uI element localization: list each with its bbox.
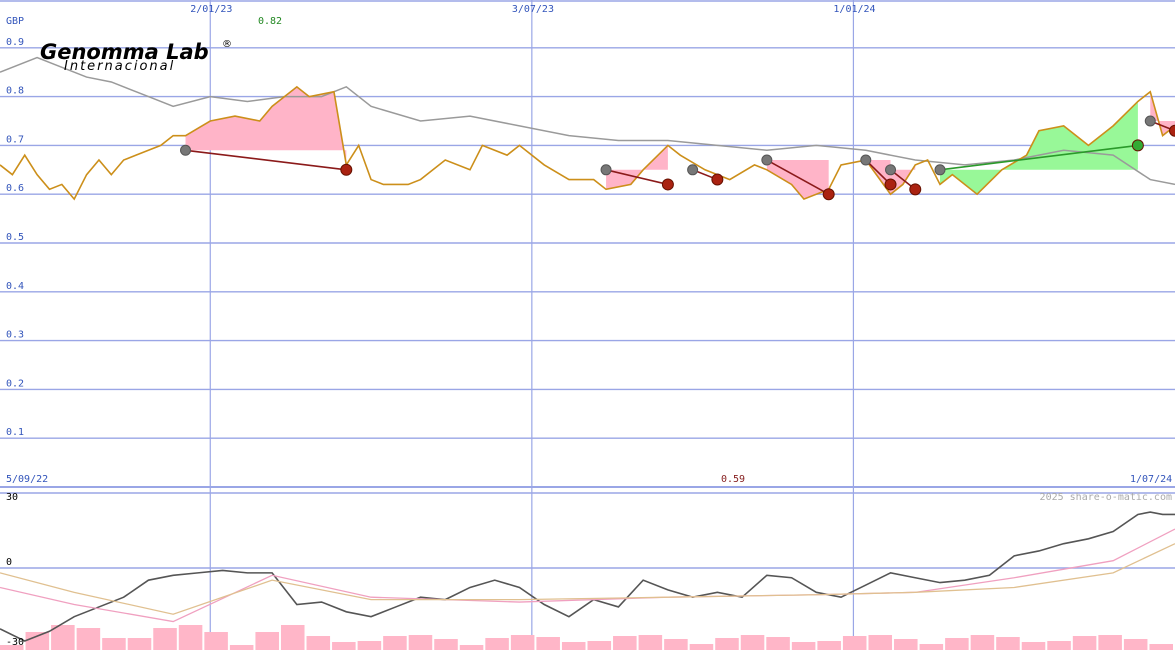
osc-bar bbox=[638, 635, 663, 650]
osc-bar bbox=[153, 628, 177, 650]
osc-bar bbox=[587, 641, 612, 650]
osc-bar bbox=[204, 632, 228, 650]
entry-marker bbox=[885, 164, 897, 176]
osc-bar bbox=[664, 639, 688, 650]
osc-bar bbox=[306, 636, 331, 650]
entry-marker bbox=[180, 144, 192, 156]
currency-label: GBP bbox=[6, 16, 24, 27]
osc-bar bbox=[1123, 639, 1148, 650]
osc-bar bbox=[945, 638, 969, 650]
signal-fill-area bbox=[940, 101, 1138, 195]
osc-tick-label: 0 bbox=[6, 557, 12, 568]
osc-bar bbox=[1047, 641, 1071, 650]
series-lines bbox=[0, 56, 1175, 201]
osc-bar bbox=[229, 645, 254, 650]
osc-bar bbox=[332, 642, 356, 650]
osc-bar bbox=[1098, 635, 1122, 650]
osc-bar bbox=[1072, 636, 1097, 650]
osc-bar bbox=[766, 637, 790, 650]
exit-marker bbox=[822, 188, 835, 201]
osc-bar bbox=[434, 639, 458, 650]
osc-bar bbox=[408, 635, 433, 650]
osc-bar bbox=[919, 644, 944, 650]
osc-bar bbox=[791, 642, 816, 650]
osc-bar bbox=[1149, 644, 1173, 650]
osc-bar bbox=[689, 644, 714, 650]
osc-bar bbox=[76, 628, 101, 650]
osc-bar bbox=[102, 638, 126, 650]
start-date-label: 5/09/22 bbox=[6, 474, 48, 485]
y-tick-label: 0.7 bbox=[6, 134, 24, 145]
entry-marker bbox=[1144, 115, 1156, 127]
osc-bar bbox=[127, 638, 152, 650]
osc-bar bbox=[868, 635, 893, 650]
exit-marker bbox=[340, 163, 353, 176]
osc-bar bbox=[459, 645, 484, 650]
y-tick-label: 0.4 bbox=[6, 281, 24, 292]
osc-bar bbox=[842, 636, 867, 650]
y-tick-label: 0.6 bbox=[6, 183, 24, 194]
osc-bar bbox=[996, 637, 1020, 650]
y-tick-label: 0.8 bbox=[6, 86, 24, 97]
osc-bar bbox=[178, 625, 203, 650]
osc-line bbox=[0, 511, 1175, 642]
osc-bar bbox=[740, 635, 765, 650]
osc-bar bbox=[25, 632, 50, 650]
osc-bar bbox=[485, 638, 509, 650]
end-date-label: 1/07/24 bbox=[1130, 474, 1172, 485]
y-tick-label: 0.9 bbox=[6, 37, 24, 48]
x-tick-label: 1/01/24 bbox=[833, 4, 875, 15]
max-value-label: 0.82 bbox=[258, 16, 282, 27]
osc-bar bbox=[1021, 642, 1046, 650]
osc-tick-label: -30 bbox=[6, 637, 24, 648]
price-line bbox=[0, 85, 1175, 201]
y-tick-label: 0.2 bbox=[6, 378, 24, 389]
osc-bar bbox=[715, 638, 739, 650]
logo: Genomma Lab ® Internacional bbox=[40, 39, 232, 74]
logo-registered: ® bbox=[222, 39, 232, 50]
osc-bar bbox=[817, 641, 841, 650]
exit-marker bbox=[909, 183, 922, 196]
y-tick-label: 0.5 bbox=[6, 232, 24, 243]
signal-line bbox=[185, 149, 347, 171]
osc-bar bbox=[894, 639, 918, 650]
osc-bar bbox=[613, 636, 637, 650]
exit-marker bbox=[884, 178, 897, 191]
y-tick-label: 0.1 bbox=[6, 427, 24, 438]
signal-fills bbox=[185, 86, 1175, 200]
entry-marker bbox=[934, 164, 946, 176]
entry-marker bbox=[687, 164, 699, 176]
price-chart: 0.9 0.8 0.7 0.6 0.5 0.4 0.3 0.2 0.1 2/01/23 3/07/2… bbox=[0, 0, 1175, 650]
grid-lines bbox=[0, 0, 1175, 650]
osc-bar bbox=[510, 635, 535, 650]
exit-marker bbox=[1131, 139, 1144, 152]
exit-marker bbox=[661, 178, 674, 191]
comparison-line bbox=[0, 56, 1175, 186]
exit-marker bbox=[711, 173, 724, 186]
osc-bar bbox=[383, 636, 407, 650]
x-tick-label: 2/01/23 bbox=[190, 4, 232, 15]
osc-tick-label: 30 bbox=[6, 492, 18, 503]
entry-marker bbox=[860, 154, 872, 166]
osc-bar bbox=[255, 632, 279, 650]
osc-bar bbox=[970, 635, 995, 650]
oscillator-panel bbox=[0, 511, 1175, 650]
osc-bar bbox=[357, 641, 382, 650]
watermark: 2025 share-o-matic.com bbox=[1040, 492, 1172, 503]
osc-bar bbox=[536, 637, 560, 650]
x-tick-label: 3/07/23 bbox=[512, 4, 554, 15]
entry-marker bbox=[600, 164, 612, 176]
axis-labels: 0.9 0.8 0.7 0.6 0.5 0.4 0.3 0.2 0.1 2/01/23 3/07/2… bbox=[6, 4, 876, 648]
entry-marker bbox=[761, 154, 773, 166]
y-tick-label: 0.3 bbox=[6, 330, 24, 341]
min-value-label: 0.59 bbox=[721, 474, 745, 485]
osc-bar bbox=[561, 642, 586, 650]
logo-sub: Internacional bbox=[64, 59, 175, 74]
osc-bar bbox=[280, 625, 305, 650]
